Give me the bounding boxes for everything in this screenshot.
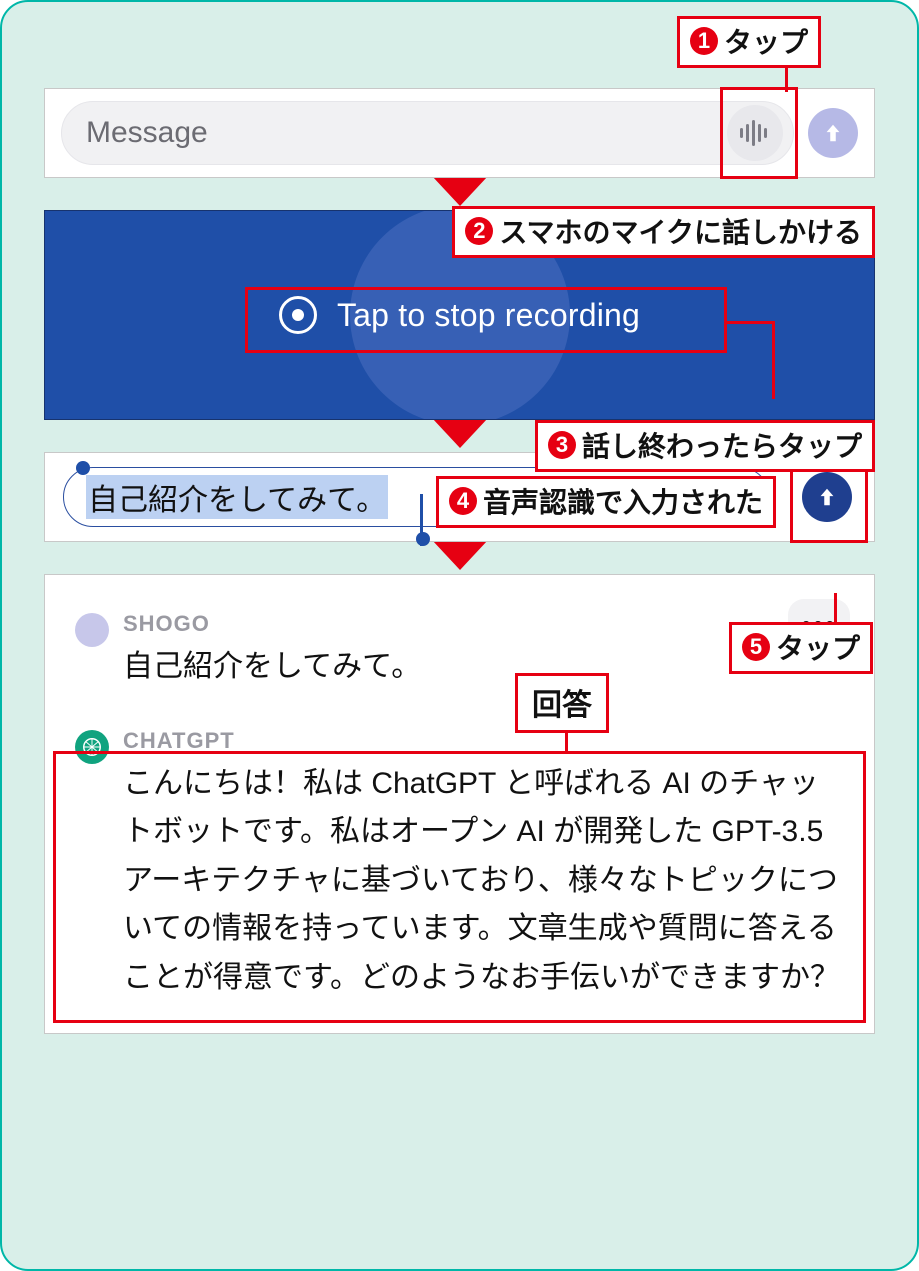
send-button-active[interactable] bbox=[802, 472, 852, 522]
bot-message-text: こんにちは！私は ChatGPT と呼ばれる AI のチャットボットです。私はオ… bbox=[123, 760, 844, 1003]
bot-message-row: CHATGPT こんにちは！私は ChatGPT と呼ばれる AI のチャットボ… bbox=[75, 728, 844, 1003]
answer-callout: 回答 bbox=[515, 673, 609, 733]
down-arrow-icon bbox=[432, 540, 488, 570]
openai-logo-icon bbox=[81, 736, 103, 758]
callout-5-text: タップ bbox=[776, 627, 860, 667]
bot-name: CHATGPT bbox=[123, 728, 844, 754]
down-arrow-icon bbox=[432, 418, 488, 448]
stop-recording-icon[interactable] bbox=[279, 296, 317, 334]
recognized-text: 自己紹介をしてみて。 bbox=[86, 475, 388, 519]
callout-1-text: タップ bbox=[724, 21, 808, 61]
callout-3-number: 3 bbox=[548, 431, 576, 459]
voice-input-button[interactable] bbox=[727, 105, 783, 161]
arrow-up-icon bbox=[816, 486, 838, 508]
selection-caret bbox=[420, 494, 423, 546]
user-avatar bbox=[75, 613, 109, 647]
bot-avatar bbox=[75, 730, 109, 764]
page: 1 タップ Message 2 bbox=[0, 0, 919, 1271]
callout-2-text: スマホのマイクに話しかける bbox=[499, 211, 862, 251]
send-button[interactable] bbox=[808, 108, 858, 158]
arrow-up-icon bbox=[822, 122, 844, 144]
callout-3-text: 話し終わったらタップ bbox=[582, 425, 862, 465]
stop-recording-label[interactable]: Tap to stop recording bbox=[337, 297, 640, 334]
message-input[interactable]: Message bbox=[61, 101, 794, 165]
callout-4: 4 音声認識で入力された bbox=[436, 476, 776, 528]
message-placeholder: Message bbox=[86, 116, 727, 150]
audio-waveform-icon bbox=[740, 118, 770, 148]
selection-handle-end[interactable] bbox=[416, 532, 430, 546]
callout-5: 5 タップ bbox=[729, 622, 873, 674]
callout-2: 2 スマホのマイクに話しかける bbox=[452, 206, 875, 258]
callout-4-text: 音声認識で入力された bbox=[483, 481, 763, 521]
callout-5-number: 5 bbox=[742, 633, 770, 661]
answer-callout-text: 回答 bbox=[532, 680, 592, 724]
message-input-bar: Message bbox=[44, 88, 875, 178]
callout-1-number: 1 bbox=[690, 27, 718, 55]
callout-3: 3 話し終わったらタップ bbox=[535, 420, 875, 472]
callout-2-number: 2 bbox=[465, 217, 493, 245]
selection-handle-start[interactable] bbox=[76, 461, 90, 475]
callout-4-number: 4 bbox=[449, 487, 477, 515]
callout-1: 1 タップ bbox=[677, 16, 821, 68]
down-arrow-icon bbox=[432, 176, 488, 206]
recognized-input[interactable]: 自己紹介をしてみて。 4 音声認識で入力された bbox=[63, 467, 770, 527]
